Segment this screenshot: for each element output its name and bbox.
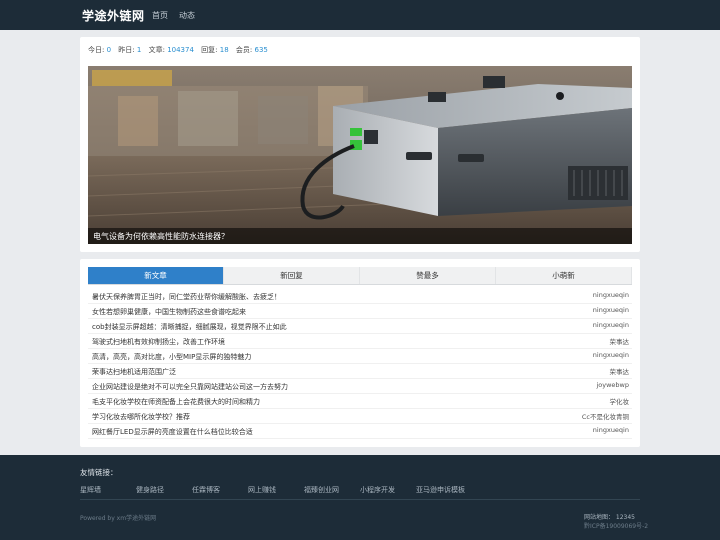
- article-tabs: 新文章 新回复 赞最多 小萌新: [88, 267, 632, 285]
- article-title-link[interactable]: 学习化妆去哪所化妆学校？推荐: [92, 412, 190, 422]
- article-title-link[interactable]: 毛支平化妆学校在师资配备上会花费很大的时间和精力: [92, 397, 260, 407]
- stat-articles: 文章: 104374: [148, 46, 194, 54]
- article-title-link[interactable]: 高清，高亮，高对比度，小型MIP显示屏的独特魅力: [92, 352, 251, 362]
- list-item: 高清，高亮，高对比度，小型MIP显示屏的独特魅力 ningxueqin: [88, 349, 632, 364]
- article-list: 暑伏天保养脾胃正当时，同仁堂药业帮你缓解酸胀、去疲乏！ ningxueqin 女性…: [88, 289, 632, 439]
- list-item: 荣事达扫地机适用范围广泛 荣事达: [88, 364, 632, 379]
- article-author[interactable]: ningxueqin: [593, 306, 629, 314]
- article-author[interactable]: ningxueqin: [593, 351, 629, 359]
- article-author[interactable]: 荣事达: [610, 336, 630, 346]
- list-item: 暑伏天保养脾胃正当时，同仁堂药业帮你缓解酸胀、去疲乏！ ningxueqin: [88, 289, 632, 304]
- site-stats: 今日: 0 昨日: 1 文章: 104374 回复: 18 会员: 635: [88, 45, 273, 55]
- site-footer: 友情链接： 星辉墙 健身路径 任霖博客 网上赚钱 福臻创业网 小程序开发 亚马逊…: [0, 455, 720, 540]
- site-logo[interactable]: 学途外链网: [82, 7, 145, 24]
- stat-yesterday: 昨日: 1: [118, 46, 142, 54]
- tab-new-articles[interactable]: 新文章: [88, 267, 224, 284]
- friend-link[interactable]: 任霖博客: [192, 485, 220, 495]
- stat-members: 会员: 635: [235, 46, 268, 54]
- article-title-link[interactable]: 驾驶式扫地机有效抑制扬尘，改善工作环境: [92, 337, 225, 347]
- stat-today: 今日: 0: [88, 46, 112, 54]
- article-title-link[interactable]: 网红餐厅LED显示屏的亮度设置在什么档位比较合适: [92, 427, 253, 437]
- article-title-link[interactable]: 荣事达扫地机适用范围广泛: [92, 367, 176, 377]
- list-item: 网红餐厅LED显示屏的亮度设置在什么档位比较合适 ningxueqin: [88, 424, 632, 439]
- tab-newcomers[interactable]: 小萌新: [496, 267, 632, 284]
- friend-link[interactable]: 福臻创业网: [304, 485, 339, 495]
- featured-banner[interactable]: 电气设备为何依赖高性能防水连接器？: [88, 66, 632, 244]
- article-author[interactable]: 学化妆: [610, 396, 630, 406]
- sitemap-link[interactable]: 网站地图： 12345: [584, 512, 635, 521]
- banner-image: [88, 66, 632, 244]
- article-author[interactable]: ningxueqin: [593, 321, 629, 329]
- friend-link[interactable]: 亚马逊申诉模板: [416, 485, 465, 495]
- nav-home-link[interactable]: 首页: [152, 10, 168, 21]
- friend-link[interactable]: 星辉墙: [80, 485, 101, 495]
- friend-link[interactable]: 网上赚钱: [248, 485, 276, 495]
- list-item: cob封装显示屏超越：清晰捕捉，细腻展现，视觉界限不止如此 ningxueqin: [88, 319, 632, 334]
- article-author[interactable]: ningxueqin: [593, 291, 629, 299]
- powered-by: Powered by xm学途外链网: [80, 515, 157, 522]
- list-item: 毛支平化妆学校在师资配备上会花费很大的时间和精力 学化妆: [88, 394, 632, 409]
- friend-links-label: 友情链接：: [80, 468, 118, 477]
- footer-divider: [80, 499, 640, 500]
- article-title-link[interactable]: 企业网站建设是绝对不可以完全只靠网站建站公司这一方去努力: [92, 382, 288, 392]
- tab-most-liked[interactable]: 赞最多: [360, 267, 496, 284]
- list-item: 驾驶式扫地机有效抑制扬尘，改善工作环境 荣事达: [88, 334, 632, 349]
- stat-replies: 回复: 18: [201, 46, 229, 54]
- banner-caption[interactable]: 电气设备为何依赖高性能防水连接器？: [93, 231, 229, 242]
- article-author[interactable]: ningxueqin: [593, 426, 629, 434]
- featured-panel: 今日: 0 昨日: 1 文章: 104374 回复: 18 会员: 635 电气…: [80, 37, 640, 252]
- article-author[interactable]: Cc不是化妆青铜: [582, 411, 629, 421]
- icp-record[interactable]: 黔ICP备19009069号-2: [584, 521, 648, 530]
- article-author[interactable]: joywebwp: [596, 381, 629, 389]
- nav-activity-link[interactable]: 动态: [179, 10, 195, 21]
- article-title-link[interactable]: 女性若想卵巢健康，中国生物制药这些食谱吃起来: [92, 307, 246, 317]
- list-item: 女性若想卵巢健康，中国生物制药这些食谱吃起来 ningxueqin: [88, 304, 632, 319]
- friend-link[interactable]: 小程序开发: [360, 485, 395, 495]
- list-item: 企业网站建设是绝对不可以完全只靠网站建站公司这一方去努力 joywebwp: [88, 379, 632, 394]
- tab-new-replies[interactable]: 新回复: [224, 267, 360, 284]
- article-author[interactable]: 荣事达: [610, 366, 630, 376]
- article-title-link[interactable]: 暑伏天保养脾胃正当时，同仁堂药业帮你缓解酸胀、去疲乏！: [92, 292, 281, 302]
- article-title-link[interactable]: cob封装显示屏超越：清晰捕捉，细腻展现，视觉界限不止如此: [92, 322, 287, 332]
- article-list-panel: 新文章 新回复 赞最多 小萌新 暑伏天保养脾胃正当时，同仁堂药业帮你缓解酸胀、去…: [80, 259, 640, 447]
- list-item: 学习化妆去哪所化妆学校？推荐 Cc不是化妆青铜: [88, 409, 632, 424]
- top-navbar: 学途外链网 首页 动态: [0, 0, 720, 30]
- friend-link[interactable]: 健身路径: [136, 485, 164, 495]
- banner-caption-bar: 电气设备为何依赖高性能防水连接器？: [88, 228, 632, 244]
